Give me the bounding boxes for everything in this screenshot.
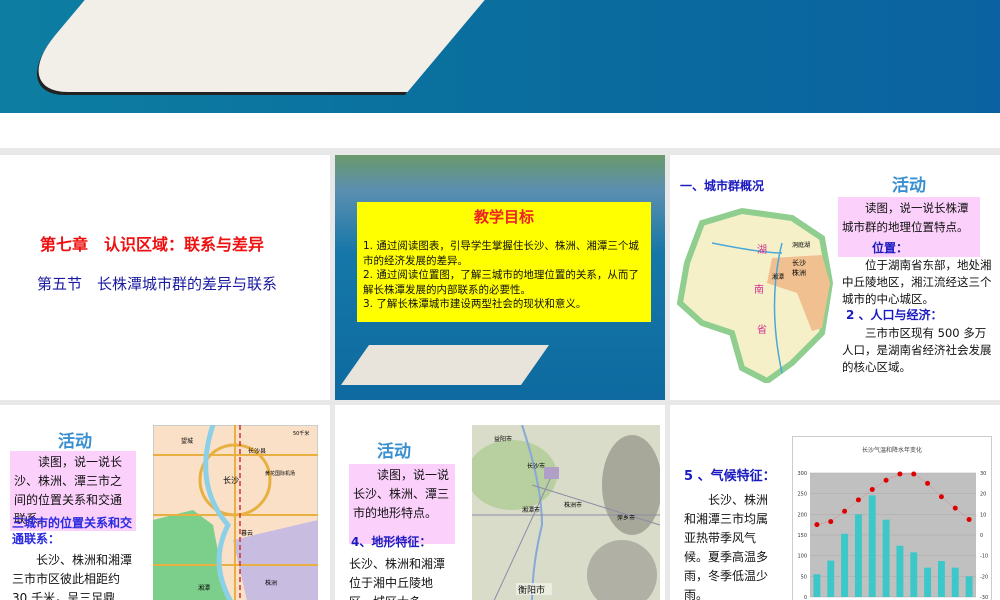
map-scale: 50千米	[293, 430, 309, 437]
temp-point	[952, 505, 958, 511]
temp-point	[883, 477, 889, 483]
map-label: 萍乡市	[617, 514, 635, 522]
map-label: 长沙	[223, 475, 239, 485]
climate-chart: 长沙气温和降水年变化 300 30 250 20 200 10 150 0 100 -10 50 -2…	[792, 436, 992, 600]
precip-bar	[882, 519, 890, 597]
precip-bar	[813, 574, 821, 597]
y2-tick-label: -20	[980, 574, 988, 580]
temp-point	[925, 480, 931, 486]
overview-heading: 一、城市群概况	[680, 179, 765, 193]
activity-prompt: 读图，说一说长株潭城市群的地理位置特点。	[838, 197, 980, 257]
chapter-title: 第七章 认识区域：联系与差异	[40, 235, 265, 254]
y2-tick-label: -30	[980, 595, 988, 600]
temp-point	[828, 519, 834, 525]
map-label: 长沙县	[248, 447, 266, 455]
temp-point	[938, 494, 944, 500]
temp-point	[814, 522, 820, 528]
precip-bar	[910, 552, 918, 597]
temp-point	[869, 487, 875, 493]
precip-bar	[854, 514, 862, 597]
temp-point	[911, 471, 917, 477]
y2-tick-label: 0	[980, 533, 983, 539]
slide-thumb-2[interactable]: 教学目标 1. 通过阅读图表，引导学生掌握住长沙、株洲、湘潭三个城市的经济发展的…	[335, 155, 665, 400]
map-label: 长沙市	[527, 462, 545, 470]
precip-bar	[924, 567, 932, 597]
map-label: 望城	[181, 437, 193, 445]
map-label: 株洲市	[564, 501, 582, 509]
slide-thumb-3[interactable]: 一、城市群概况 活动 湖 南 省 长沙 株洲 湘潭 洞庭湖 读图，说一说长株潭城…	[670, 155, 1000, 400]
precip-bar	[951, 567, 959, 597]
map-label: 洞庭湖	[792, 241, 810, 249]
map-label: 湖	[757, 244, 767, 256]
map-label: 衡阳市	[518, 584, 545, 596]
precip-bar	[868, 495, 876, 597]
map-label: 长沙	[792, 258, 806, 267]
objectives-box: 教学目标 1. 通过阅读图表，引导学生掌握住长沙、株洲、湘潭三个城市的经济发展的…	[357, 202, 651, 322]
relation-text: 长沙、株洲和湘潭三市市区彼此相距约 30 千米，呈三足鼎	[12, 553, 133, 600]
temp-point	[897, 471, 903, 477]
y-tick-label: 0	[804, 595, 807, 600]
objective-item: 3. 了解长株潭城市建设两型社会的现状和意义。	[363, 298, 587, 310]
y2-tick-label: 20	[980, 492, 986, 498]
map-label: 株洲	[792, 268, 806, 277]
map-label: 湘潭市	[522, 506, 540, 514]
slide-thumb-5[interactable]: 活动 读图，说一说长沙、株洲、潭三市的地形特点。 4、地形特征： 长沙、株洲和湘…	[335, 405, 665, 600]
population-text: 三市市区现有 500 多万人口，是湖南省经济社会发展的核心区域。	[842, 326, 992, 374]
y-tick-label: 150	[797, 533, 807, 539]
position-heading: 位置：	[872, 241, 909, 255]
map-label: 湘潭	[772, 273, 784, 281]
y2-tick-label: 30	[980, 471, 986, 477]
transport-map: 长沙 长沙县 望城 湘潭 株洲 黄花国际机场 暮云 50千米	[153, 425, 318, 600]
activity-title: 活动	[58, 432, 92, 452]
y2-tick-label: 10	[980, 512, 986, 518]
relation-heading: 三城市的位置关系和交通联系：	[12, 516, 133, 546]
activity-title: 活动	[377, 442, 411, 462]
temp-point	[842, 508, 848, 514]
map-label: 株洲	[265, 579, 277, 587]
precip-bar	[896, 545, 904, 597]
pier-photo	[340, 345, 550, 385]
map-label: 南	[754, 283, 764, 296]
banner-footer	[0, 113, 1000, 148]
objectives-title: 教学目标	[473, 208, 534, 226]
y-tick-label: 100	[797, 554, 807, 560]
y-tick-label: 50	[801, 574, 807, 580]
map-label: 黄花国际机场	[265, 470, 295, 477]
precip-bar	[937, 561, 945, 597]
terrain-text: 长沙、株洲和湘潭位于湘中丘陵地区，城区大多	[349, 557, 446, 600]
y-tick-label: 250	[797, 492, 807, 498]
slide-thumb-4[interactable]: 活动 读图，说一说长沙、株洲、潭三市之间的位置关系和交通联系。 三城市的位置关系…	[0, 405, 330, 600]
map-label: 益阳市	[494, 435, 512, 443]
objective-item: 1. 通过阅读图表，引导学生掌握住长沙、株洲、湘潭三个城市的经济发展的差异。	[363, 240, 639, 267]
map-label: 暮云	[241, 529, 253, 537]
y-tick-label: 200	[797, 512, 807, 518]
y2-tick-label: -10	[980, 554, 988, 560]
hunan-map: 湖 南 省 长沙 株洲 湘潭 洞庭湖	[676, 207, 834, 383]
precip-bar	[841, 533, 849, 597]
precip-bar	[827, 560, 835, 597]
objective-item: 2. 通过阅读位置图，了解三城市的地理位置的关系，从而了解长株潭发展的内部联系的…	[363, 269, 639, 296]
y-tick-label: 300	[797, 471, 807, 477]
slide-thumb-6[interactable]: 5 、气候特征： 长沙、株洲和湘潭三市均属亚热带季风气候。夏季高温多雨，冬季低温…	[670, 405, 1000, 600]
temp-point	[855, 497, 861, 503]
section-title: 第五节 长株潭城市群的差异与联系	[37, 275, 278, 293]
map-label: 省	[757, 323, 767, 336]
activity-title: 活动	[892, 176, 926, 196]
terrain-map: 益阳市 长沙市 湘潭市 株洲市 萍乡市 衡阳市	[472, 425, 660, 600]
climate-text: 长沙、株洲和湘潭三市均属亚热带季风气候。夏季高温多雨，冬季低温少雨。	[684, 493, 769, 600]
population-heading: 2 、人口与经济：	[846, 308, 943, 322]
terrain-heading: 4、地形特征：	[351, 535, 432, 549]
pier-shape	[5, 0, 519, 95]
position-text: 位于湖南省东部，地处湘中丘陵地区，湘江流经这三个城市的中心城区。	[842, 258, 992, 306]
precip-bar	[965, 576, 973, 597]
activity-prompt: 读图，说一说长沙、株洲、潭三市的地形特点。	[349, 464, 455, 544]
map-label: 湘潭	[198, 584, 210, 592]
slide-thumb-1[interactable]: 第七章 认识区域：联系与差异 第五节 长株潭城市群的差异与联系	[0, 155, 330, 400]
banner-photo	[0, 0, 1000, 113]
temp-point	[966, 517, 972, 522]
climate-heading: 5 、气候特征：	[684, 469, 776, 484]
